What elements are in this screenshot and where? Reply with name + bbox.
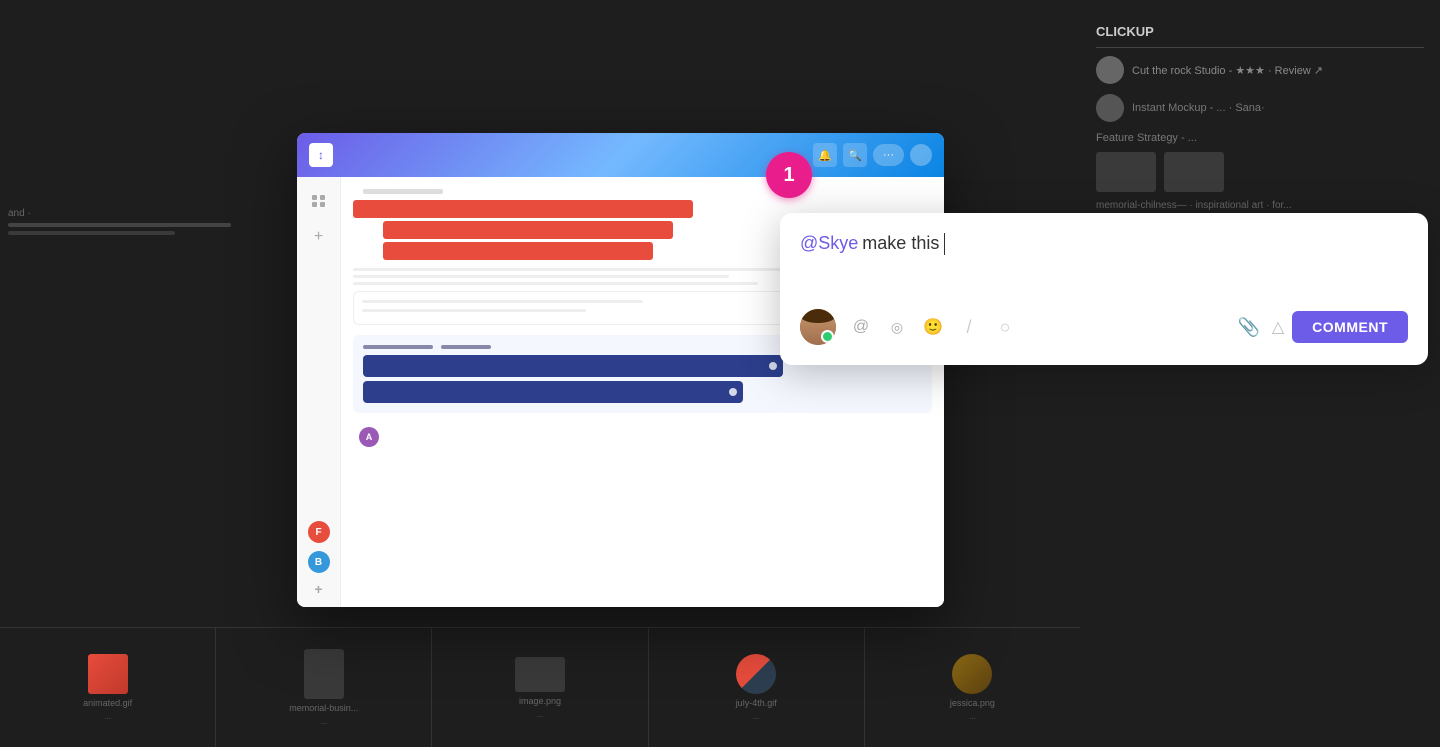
text-cursor — [944, 233, 945, 255]
rs-item-3: memorial-chilness— · inspirational art ·… — [1096, 200, 1424, 211]
rs-item-2: Feature Strategy - ... — [1096, 132, 1424, 144]
notification-badge[interactable]: 1 — [766, 152, 812, 198]
attach-icons: 📎 △ — [1237, 317, 1284, 338]
slash-command-icon[interactable]: / — [952, 310, 986, 344]
at-mention-icon[interactable]: @ — [844, 310, 878, 344]
rs-thumbnails — [1096, 152, 1424, 192]
rs-brand: CLICKUP — [1096, 24, 1424, 39]
header-avatar[interactable] — [910, 144, 932, 166]
thumb-4[interactable]: jessica.png ... — [865, 628, 1080, 747]
app-screenshot-card: ↕ 🔔 🔍 ··· + F B — [297, 133, 944, 607]
rs-item-0: Cut the rock Studio - ★★★ · Review ↗ — [1096, 56, 1424, 84]
sidebar-avatar-b: B — [308, 551, 330, 573]
app-sidebar: + F B + — [297, 177, 341, 607]
bottom-grid: animated.gif ... memorial-busin... ... i… — [0, 627, 1080, 747]
tag-icon[interactable]: ◎ — [880, 310, 914, 344]
app-logo-icon: ↕ — [309, 143, 333, 167]
header-search-icon[interactable]: 🔍 — [843, 143, 867, 167]
sidebar-avatar-f: F — [308, 521, 330, 543]
blue-bar-1 — [363, 355, 783, 377]
left-bg-content: and · — [0, 200, 295, 243]
app-header: ↕ 🔔 🔍 ··· — [297, 133, 944, 177]
header-bell-icon[interactable]: 🔔 — [813, 143, 837, 167]
comment-toolbar: @ ◎ 🙂 / ○ 📎 △ COMMENT — [800, 309, 1408, 345]
right-sidebar-bg: CLICKUP Cut the rock Studio - ★★★ · Revi… — [1080, 0, 1440, 747]
comment-text-display[interactable]: @Skye make this — [800, 233, 1408, 293]
thumb-3[interactable]: july-4th.gif ... — [649, 628, 865, 747]
attach-icon[interactable]: 📎 — [1237, 317, 1259, 338]
bottom-avatar-row: A — [353, 421, 932, 447]
commenter-avatar — [800, 309, 836, 345]
header-icons-group: 🔔 🔍 ··· — [813, 143, 932, 167]
sidebar-grid-icon[interactable] — [305, 187, 333, 215]
sidebar-plus-bottom[interactable]: + — [314, 581, 322, 597]
thumb-1[interactable]: memorial-busin... ... — [216, 628, 432, 747]
thumb-2[interactable]: image.png ... — [432, 628, 648, 747]
drive-icon[interactable]: △ — [1272, 317, 1284, 337]
comment-popup: @Skye make this @ ◎ 🙂 / ○ 📎 △ COMMENT — [780, 213, 1428, 365]
comment-text: make this — [862, 233, 939, 254]
blue-bar-2 — [363, 381, 743, 403]
rs-item-1: Instant Mockup - ... · Sana· — [1096, 94, 1424, 122]
mention-tag: @Skye — [800, 233, 858, 254]
comment-submit-button[interactable]: COMMENT — [1292, 311, 1408, 343]
emoji-icon[interactable]: 🙂 — [916, 310, 950, 344]
toolbar-icons-group: @ ◎ 🙂 / ○ — [844, 310, 1022, 344]
sidebar-add-icon[interactable]: + — [305, 223, 333, 251]
record-icon[interactable]: ○ — [988, 310, 1022, 344]
thumb-0[interactable]: animated.gif ... — [0, 628, 216, 747]
header-pill[interactable]: ··· — [873, 144, 904, 166]
bottom-avatar: A — [359, 427, 379, 447]
